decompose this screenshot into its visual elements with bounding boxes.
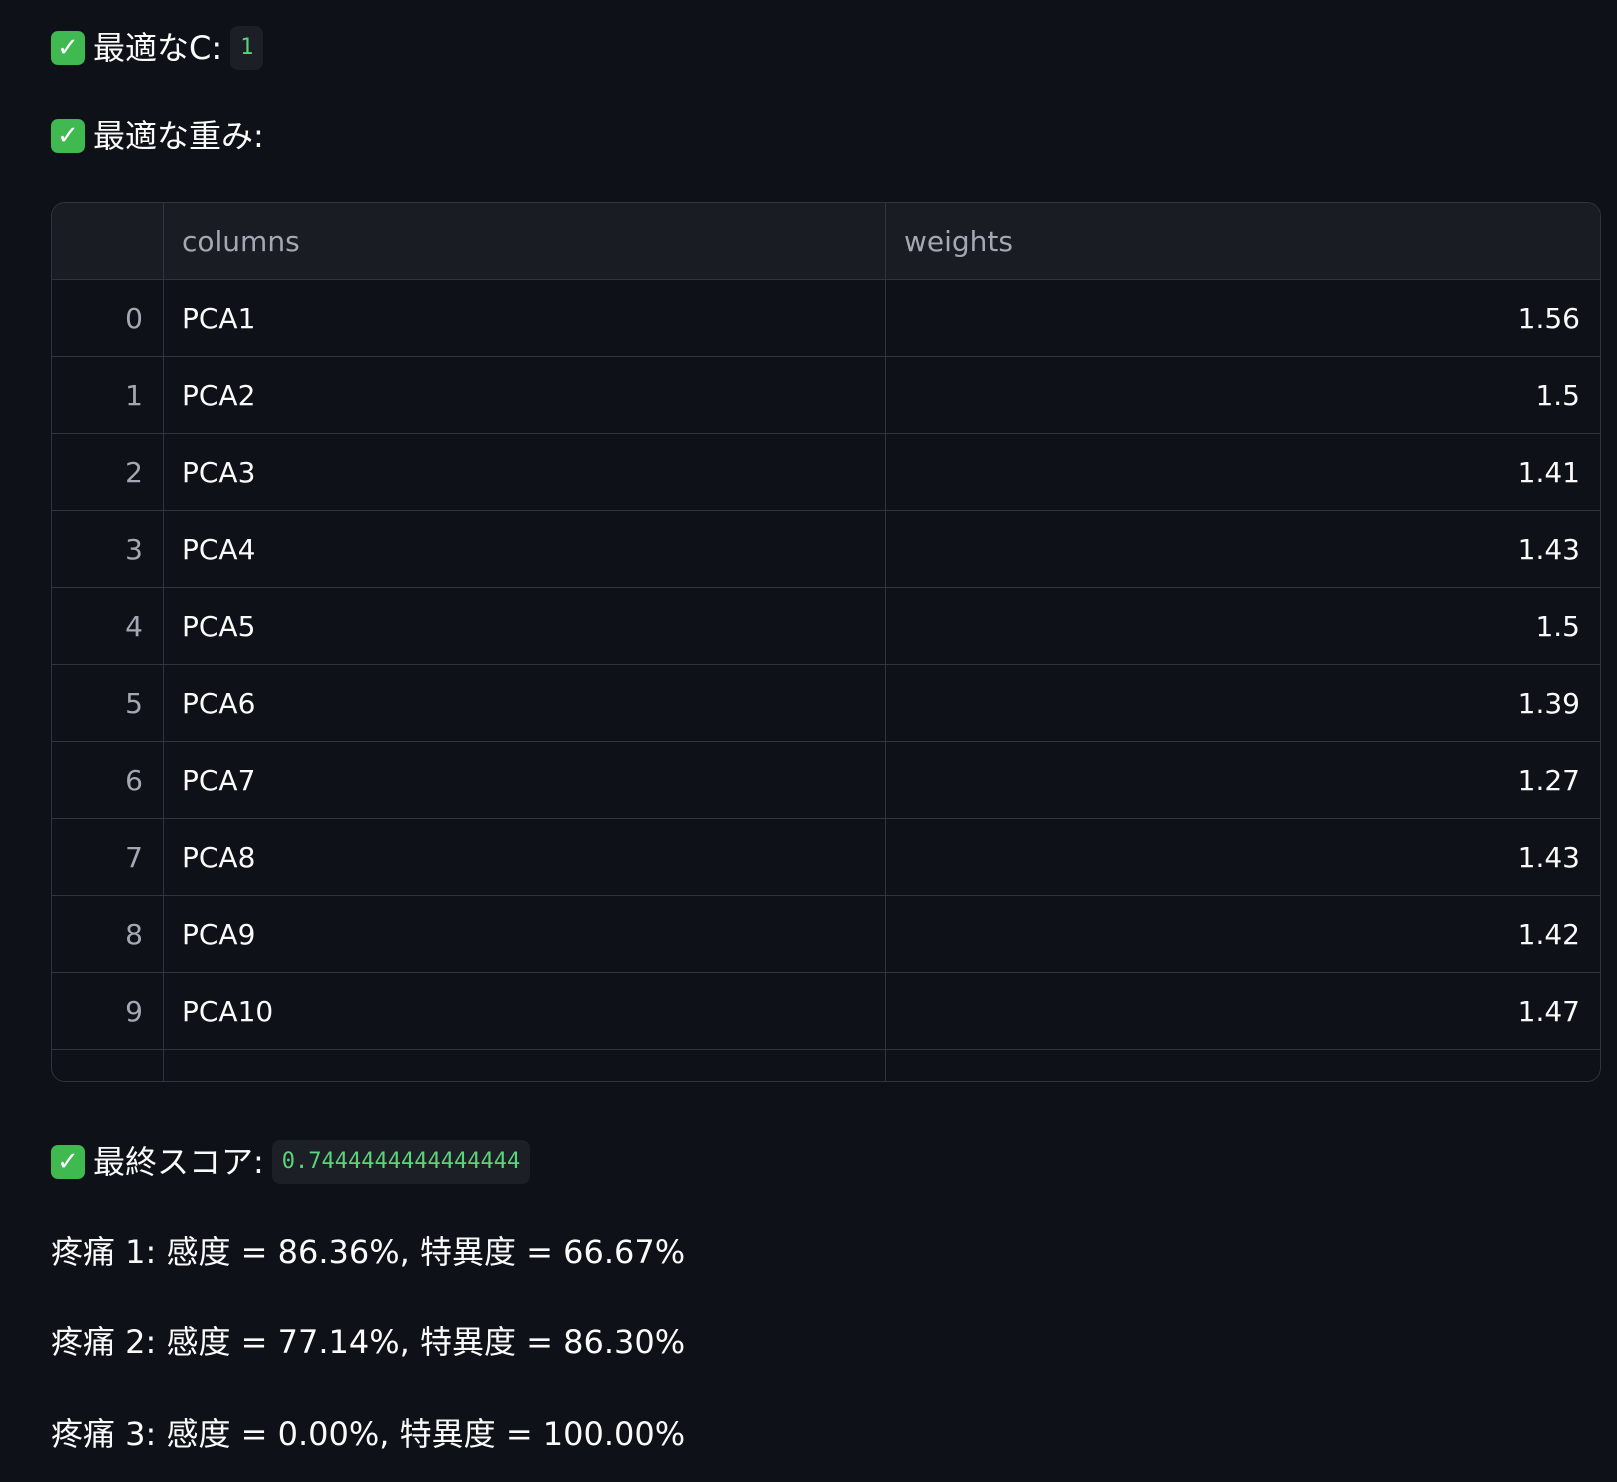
row-weight[interactable]: 1.5 (886, 588, 1600, 664)
check-mark-icon: ✓ (51, 119, 85, 153)
table-row[interactable]: 3 PCA4 1.43 (52, 511, 1600, 588)
row-weight[interactable]: 1.27 (886, 742, 1600, 818)
row-weight[interactable]: 1.43 (886, 511, 1600, 587)
row-column[interactable]: PCA1 (164, 280, 886, 356)
table-row[interactable]: 0 PCA1 1.56 (52, 280, 1600, 357)
table-row[interactable]: 7 PCA8 1.43 (52, 819, 1600, 896)
row-column[interactable]: PCA5 (164, 588, 886, 664)
metric-line: 疼痛 2: 感度 = 77.14%, 特異度 = 86.30% (51, 1323, 686, 1361)
row-weight[interactable]: 1.47 (886, 973, 1600, 1049)
table-body: 0 PCA1 1.56 1 PCA2 1.5 2 PCA3 1.41 3 PCA4 1.43 4 PCA5… (52, 280, 1600, 1050)
row-column[interactable]: PCA4 (164, 511, 886, 587)
columns-header[interactable]: columns (164, 203, 886, 279)
row-weight[interactable]: 1.5 (886, 357, 1600, 433)
best-c-line: ✓ 最適なC: 1 (51, 24, 264, 72)
row-column[interactable]: PCA7 (164, 742, 886, 818)
check-mark-icon: ✓ (51, 31, 85, 65)
row-weight[interactable]: 1.41 (886, 434, 1600, 510)
row-index: 3 (52, 511, 164, 587)
best-c-value: 1 (230, 26, 264, 70)
row-index: 8 (52, 896, 164, 972)
row-column[interactable]: PCA9 (164, 896, 886, 972)
final-score-label: 最終スコア: (93, 1143, 264, 1181)
row-weight[interactable]: 1.56 (886, 280, 1600, 356)
table-row[interactable]: 4 PCA5 1.5 (52, 588, 1600, 665)
best-weights-label: 最適な重み: (93, 117, 264, 155)
table-row[interactable]: 6 PCA7 1.27 (52, 742, 1600, 819)
row-index: 5 (52, 665, 164, 741)
row-column[interactable]: PCA6 (164, 665, 886, 741)
final-score-line: ✓ 最終スコア: 0.7444444444444444 (51, 1138, 531, 1186)
row-column[interactable]: PCA2 (164, 357, 886, 433)
table-row-partial (52, 1050, 1600, 1081)
table-row[interactable]: 1 PCA2 1.5 (52, 357, 1600, 434)
row-weight[interactable]: 1.42 (886, 896, 1600, 972)
table-row[interactable]: 9 PCA10 1.47 (52, 973, 1600, 1050)
best-c-label: 最適なC: (93, 29, 223, 67)
row-index: 1 (52, 357, 164, 433)
row-weight[interactable]: 1.43 (886, 819, 1600, 895)
row-index: 7 (52, 819, 164, 895)
metric-line: 疼痛 1: 感度 = 86.36%, 特異度 = 66.67% (51, 1233, 686, 1271)
weights-table[interactable]: columns weights 0 PCA1 1.56 1 PCA2 1.5 2 PCA3 1.… (51, 202, 1601, 1082)
row-column[interactable]: PCA8 (164, 819, 886, 895)
row-column[interactable]: PCA3 (164, 434, 886, 510)
row-index (52, 1050, 164, 1081)
row-index: 2 (52, 434, 164, 510)
row-weight (886, 1050, 1600, 1081)
table-row[interactable]: 8 PCA9 1.42 (52, 896, 1600, 973)
table-row[interactable]: 2 PCA3 1.41 (52, 434, 1600, 511)
final-score-value: 0.7444444444444444 (271, 1140, 531, 1184)
row-column (164, 1050, 886, 1081)
best-weights-line: ✓ 最適な重み: (51, 112, 264, 160)
table-header-row: columns weights (52, 203, 1600, 280)
row-index: 4 (52, 588, 164, 664)
row-index: 6 (52, 742, 164, 818)
check-mark-icon: ✓ (51, 1145, 85, 1179)
row-index: 9 (52, 973, 164, 1049)
weights-header[interactable]: weights (886, 203, 1600, 279)
row-weight[interactable]: 1.39 (886, 665, 1600, 741)
row-column[interactable]: PCA10 (164, 973, 886, 1049)
table-row[interactable]: 5 PCA6 1.39 (52, 665, 1600, 742)
row-index: 0 (52, 280, 164, 356)
index-header[interactable] (52, 203, 164, 279)
metric-line: 疼痛 3: 感度 = 0.00%, 特異度 = 100.00% (51, 1415, 686, 1453)
